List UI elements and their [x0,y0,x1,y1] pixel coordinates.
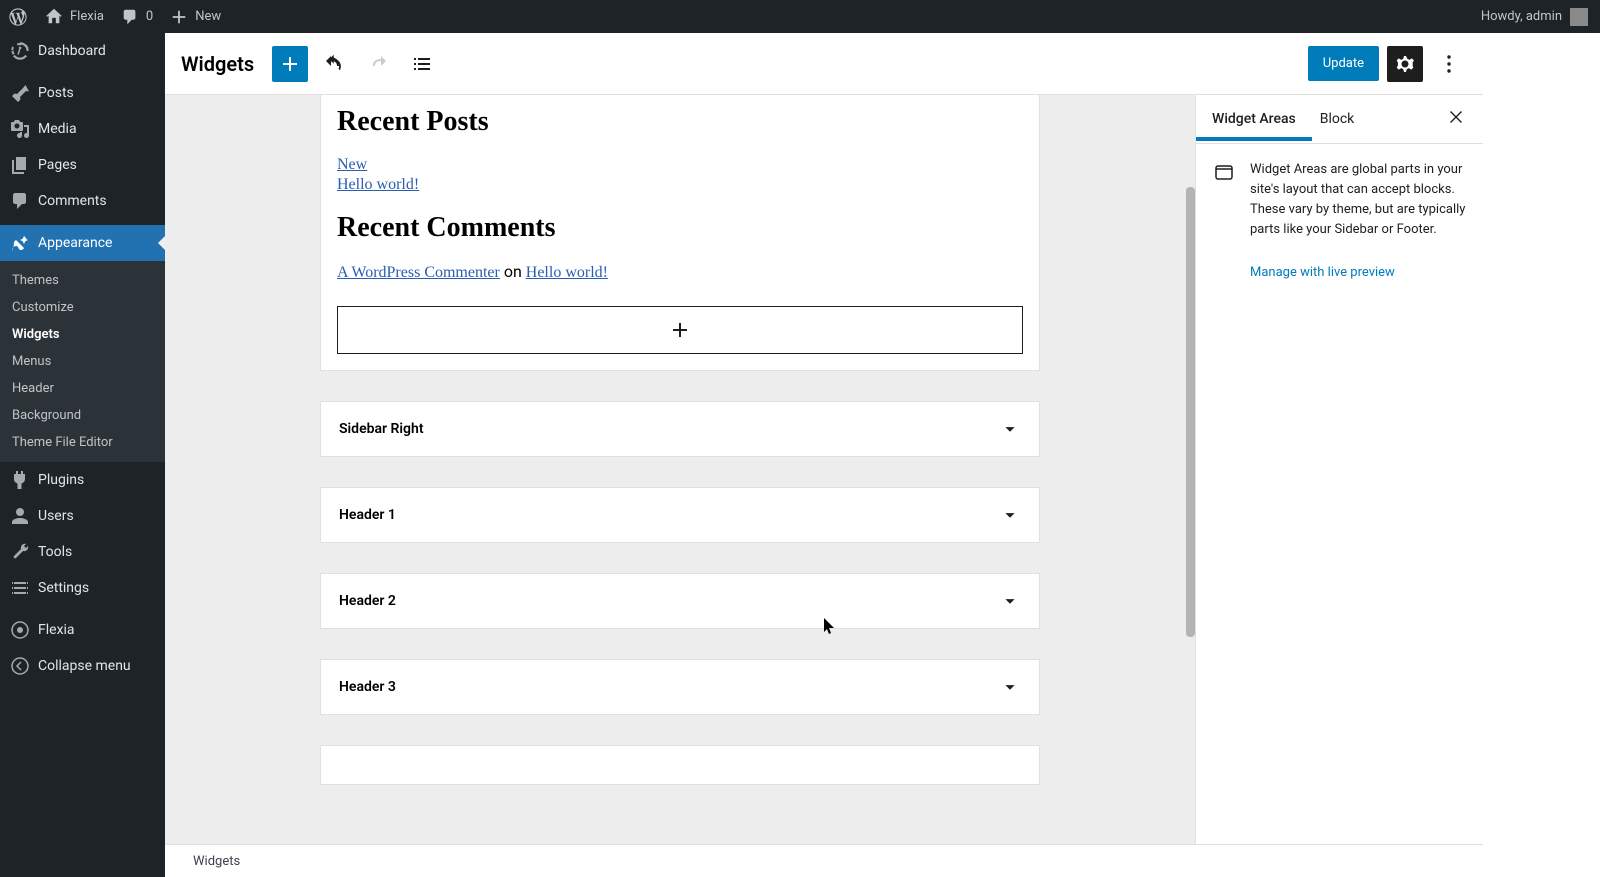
settings-sidebar: Widget Areas Block Widget Areas are glob… [1195,95,1483,844]
admin-bar: Flexia 0 New Howdy, admin [0,0,1600,33]
pin-icon [10,83,30,103]
widget-area-panel[interactable]: Header 2 [320,573,1040,629]
comments-icon [10,191,30,211]
appearance-submenu: Themes Customize Widgets Menus Header Ba… [0,261,165,462]
comment-icon [120,7,140,27]
settings-button[interactable] [1387,46,1423,82]
page-icon [10,155,30,175]
site-name: Flexia [70,9,104,24]
panel-title: Header 2 [339,593,396,609]
options-button[interactable] [1431,46,1467,82]
site-link[interactable]: Flexia [36,0,112,33]
chevron-down-icon [999,590,1021,612]
submenu-header[interactable]: Header [0,375,165,402]
menu-dashboard[interactable]: Dashboard [0,33,165,69]
collapse-icon [10,656,30,676]
comment-post-link[interactable]: Hello world! [526,264,608,281]
plus-icon [169,7,189,27]
plus-icon [668,318,692,342]
chevron-down-icon [999,504,1021,526]
submenu-themes[interactable]: Themes [0,267,165,294]
recent-comments-heading: Recent Comments [337,212,1023,244]
recent-comment: A WordPress Commenter on Hello world! [337,262,1023,282]
home-icon [44,7,64,27]
widget-area-panel[interactable]: Header 3 [320,659,1040,715]
flexia-icon [10,620,30,640]
scrollbar-thumb[interactable] [1186,187,1195,637]
breadcrumb-bar: Widgets [165,844,1483,877]
tab-widget-areas[interactable]: Widget Areas [1212,111,1296,141]
wp-logo[interactable] [0,0,36,33]
widget-area-open: Recent Posts New Hello world! Recent Com… [320,95,1040,371]
admin-menu: Dashboard Posts Media Pages Comments App… [0,33,165,877]
editor-title: Widgets [181,52,254,76]
menu-posts[interactable]: Posts [0,75,165,111]
menu-flexia[interactable]: Flexia [0,612,165,648]
right-gutter [1483,33,1600,877]
manage-live-preview-link[interactable]: Manage with live preview [1234,265,1483,280]
menu-collapse[interactable]: Collapse menu [0,648,165,684]
menu-tools[interactable]: Tools [0,534,165,570]
panel-title: Header 1 [339,507,396,523]
tab-block[interactable]: Block [1320,111,1355,141]
submenu-menus[interactable]: Menus [0,348,165,375]
comments-count: 0 [146,9,153,24]
recent-posts-list: New Hello world! [337,156,1023,194]
editor-canvas: Recent Posts New Hello world! Recent Com… [165,95,1195,844]
comments-link[interactable]: 0 [112,0,161,33]
update-button[interactable]: Update [1308,46,1379,81]
media-icon [10,119,30,139]
editor-header: Widgets Update [165,33,1483,95]
submenu-background[interactable]: Background [0,402,165,429]
menu-settings[interactable]: Settings [0,570,165,606]
comment-connector: on [500,262,526,281]
list-view-button[interactable] [404,46,440,82]
submenu-customize[interactable]: Customize [0,294,165,321]
greeting[interactable]: Howdy, admin [1481,9,1562,24]
sidebar-description: Widget Areas are global parts in your si… [1250,160,1467,241]
panel-title: Header 3 [339,679,396,695]
comment-author-link[interactable]: A WordPress Commenter [337,264,500,281]
post-link[interactable]: Hello world! [337,176,1023,194]
widget-area-panel[interactable]: Header 1 [320,487,1040,543]
widget-area-panel[interactable] [320,745,1040,785]
sidebar-tabs: Widget Areas Block [1196,95,1483,144]
widget-area-panel[interactable]: Sidebar Right [320,401,1040,457]
menu-comments[interactable]: Comments [0,183,165,219]
chevron-down-icon [999,418,1021,440]
sliders-icon [10,578,30,598]
menu-plugins[interactable]: Plugins [0,462,165,498]
brush-icon [10,233,30,253]
wrench-icon [10,542,30,562]
new-content-link[interactable]: New [161,0,229,33]
add-block-appender[interactable] [337,306,1023,354]
menu-pages[interactable]: Pages [0,147,165,183]
add-block-button[interactable] [272,46,308,82]
new-label: New [195,9,221,24]
dashboard-icon [10,41,30,61]
plugin-icon [10,470,30,490]
menu-appearance[interactable]: Appearance [0,225,165,261]
menu-media[interactable]: Media [0,111,165,147]
undo-button[interactable] [316,46,352,82]
widget-areas-icon [1212,160,1236,241]
chevron-down-icon [999,676,1021,698]
recent-posts-heading: Recent Posts [337,106,1023,138]
redo-button[interactable] [360,46,396,82]
wordpress-icon [8,7,28,27]
post-link[interactable]: New [337,156,1023,174]
user-icon [10,506,30,526]
breadcrumb-item[interactable]: Widgets [193,854,240,869]
avatar[interactable] [1570,8,1588,26]
panel-title: Sidebar Right [339,421,424,437]
submenu-widgets[interactable]: Widgets [0,321,165,348]
menu-users[interactable]: Users [0,498,165,534]
submenu-theme-file-editor[interactable]: Theme File Editor [0,429,165,456]
close-sidebar-button[interactable] [1445,106,1467,132]
